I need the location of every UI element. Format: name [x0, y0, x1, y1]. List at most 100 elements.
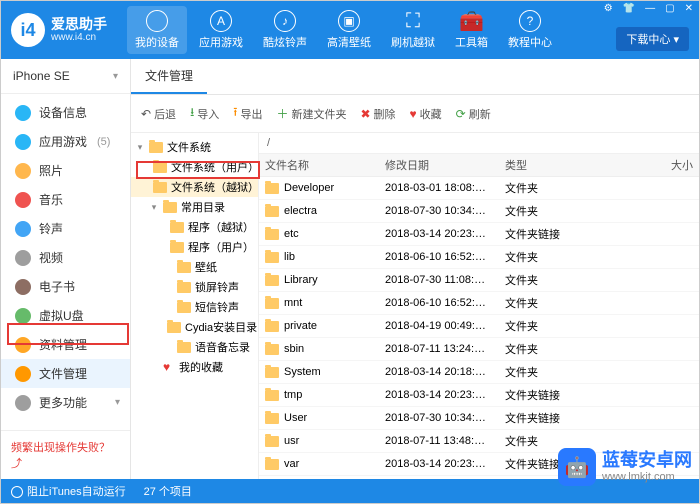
- itunes-toggle[interactable]: 阻止iTunes自动运行: [11, 483, 126, 499]
- sidebar-item-10[interactable]: 更多功能 ▾: [1, 388, 130, 417]
- sidebar-item-0[interactable]: 设备信息: [1, 98, 130, 127]
- sidebar-icon: [15, 395, 31, 411]
- delete-button[interactable]: ✖删除: [360, 106, 395, 122]
- apple-icon: [146, 10, 168, 32]
- file-name: usr: [284, 435, 299, 447]
- nav-my-device[interactable]: 我的设备: [127, 6, 187, 54]
- sidebar-label: 音乐: [39, 191, 63, 208]
- nav-ringtones[interactable]: ♪酷炫铃声: [255, 6, 315, 54]
- col-name[interactable]: 文件名称: [259, 154, 379, 176]
- file-name: tmp: [284, 389, 302, 401]
- file-row[interactable]: private2018-04-19 00:49:…文件夹: [259, 315, 699, 338]
- tree-toggle-icon[interactable]: ▾: [149, 202, 159, 213]
- sidebar-icon: [15, 279, 31, 295]
- skin-icon[interactable]: 👕: [623, 3, 635, 14]
- file-row[interactable]: sbin2018-07-11 13:24:…文件夹: [259, 338, 699, 361]
- file-date: 2018-07-30 10:34:…: [379, 409, 499, 427]
- sidebar-item-6[interactable]: 电子书: [1, 272, 130, 301]
- import-button[interactable]: ⭳导入: [190, 103, 219, 124]
- file-row[interactable]: Developer2018-03-01 18:08:…文件夹: [259, 177, 699, 200]
- file-row[interactable]: usr2018-07-11 13:48:…文件夹: [259, 430, 699, 453]
- tree-node-0[interactable]: 文件系统（用户）: [131, 157, 258, 177]
- device-selector[interactable]: iPhone SE: [1, 59, 130, 94]
- file-row[interactable]: mnt2018-06-10 16:52:…文件夹: [259, 292, 699, 315]
- tab-file-management[interactable]: 文件管理: [131, 59, 207, 94]
- tree-node-3[interactable]: 程序（越狱）: [131, 217, 258, 237]
- file-row[interactable]: etc2018-03-14 20:23:…文件夹链接: [259, 223, 699, 246]
- brand-logo: i4 爱思助手 www.i4.cn: [11, 13, 107, 47]
- back-button[interactable]: ↶后退: [141, 106, 176, 122]
- export-button[interactable]: ⭱导出: [233, 103, 262, 124]
- tree-node-4[interactable]: 程序（用户）: [131, 237, 258, 257]
- tree-node-6[interactable]: 锁屏铃声: [131, 277, 258, 297]
- tree-node-7[interactable]: 短信铃声: [131, 297, 258, 317]
- close-button[interactable]: ✕: [685, 3, 693, 14]
- tree-label: 程序（越狱）: [188, 219, 254, 235]
- file-pane: / 文件名称 修改日期 类型 大小 Developer2018-03-01 18…: [259, 133, 699, 479]
- sidebar-item-2[interactable]: 照片: [1, 156, 130, 185]
- collapse-icon[interactable]: ▾: [135, 142, 145, 153]
- file-size: [649, 346, 699, 352]
- nav-tutorials[interactable]: ?教程中心: [500, 6, 560, 54]
- file-type: 文件夹: [499, 269, 649, 291]
- file-list-header: 文件名称 修改日期 类型 大小: [259, 154, 699, 177]
- file-row[interactable]: System2018-03-14 20:18:…文件夹: [259, 361, 699, 384]
- col-date[interactable]: 修改日期: [379, 154, 499, 176]
- file-date: 2018-07-30 11:08:…: [379, 271, 499, 289]
- nav-apps[interactable]: A应用游戏: [191, 6, 251, 54]
- statusbar: 阻止iTunes自动运行 27 个项目: [1, 479, 699, 503]
- file-row[interactable]: tmp2018-03-14 20:23:…文件夹链接: [259, 384, 699, 407]
- tree-node-9[interactable]: 语音备忘录: [131, 337, 258, 357]
- file-name: Developer: [284, 182, 334, 194]
- folder-icon: [163, 202, 177, 213]
- refresh-button[interactable]: ⟳刷新: [456, 106, 491, 122]
- file-date: 2018-03-14 20:23:…: [379, 386, 499, 404]
- tree-node-5[interactable]: 壁纸: [131, 257, 258, 277]
- path-bar[interactable]: /: [259, 133, 699, 154]
- file-row[interactable]: Library2018-07-30 11:08:…文件夹: [259, 269, 699, 292]
- sidebar-label: 铃声: [39, 220, 63, 237]
- folder-icon: [177, 302, 191, 313]
- favorite-button[interactable]: ♥收藏: [410, 106, 442, 122]
- sidebar-item-4[interactable]: 铃声: [1, 214, 130, 243]
- maximize-button[interactable]: ▢: [665, 3, 674, 14]
- nav-toolbox[interactable]: 🧰工具箱: [447, 6, 496, 54]
- tree-node-1[interactable]: 文件系统（越狱）: [131, 177, 258, 197]
- file-row[interactable]: var2018-03-14 20:23:…文件夹链接: [259, 453, 699, 476]
- sidebar-item-3[interactable]: 音乐: [1, 185, 130, 214]
- nav-jailbreak[interactable]: ⛶刷机越狱: [383, 6, 443, 54]
- file-row[interactable]: User2018-07-30 10:34:…文件夹链接: [259, 407, 699, 430]
- file-row[interactable]: lib2018-06-10 16:52:…文件夹: [259, 246, 699, 269]
- sidebar-item-8[interactable]: 资料管理: [1, 330, 130, 359]
- tree-node-8[interactable]: Cydia安装目录: [131, 317, 258, 337]
- col-type[interactable]: 类型: [499, 154, 649, 176]
- file-size: [649, 415, 699, 421]
- file-name: System: [284, 366, 321, 378]
- col-size[interactable]: 大小: [649, 154, 699, 176]
- sidebar-item-1[interactable]: 应用游戏(5): [1, 127, 130, 156]
- file-row[interactable]: electra2018-07-30 10:34:…文件夹: [259, 200, 699, 223]
- settings-icon[interactable]: ⚙: [604, 3, 613, 14]
- download-center-button[interactable]: 下载中心 ▾: [616, 27, 689, 51]
- tree-root[interactable]: ▾ 文件系统: [131, 137, 258, 157]
- help-link[interactable]: 频繁出现操作失败？ ⤴: [1, 430, 130, 479]
- toolbar: ↶后退 ⭳导入 ⭱导出 ＋新建文件夹 ✖删除 ♥收藏 ⟳刷新: [131, 95, 699, 133]
- tree-node-10[interactable]: ♥我的收藏: [131, 357, 258, 377]
- file-date: 2018-07-30 10:34:…: [379, 202, 499, 220]
- delete-icon: ✖: [360, 107, 370, 121]
- sidebar-item-7[interactable]: 虚拟U盘: [1, 301, 130, 330]
- file-size: [649, 254, 699, 260]
- file-list[interactable]: Developer2018-03-01 18:08:…文件夹electra201…: [259, 177, 699, 479]
- tree-node-2[interactable]: ▾常用目录: [131, 197, 258, 217]
- window-controls: ⚙ 👕 — ▢ ✕: [604, 3, 693, 14]
- image-icon: ▣: [338, 10, 360, 32]
- folder-icon: [265, 252, 279, 263]
- folder-icon: [265, 390, 279, 401]
- minimize-button[interactable]: —: [645, 3, 655, 14]
- sidebar-label: 电子书: [39, 278, 75, 295]
- sidebar-item-5[interactable]: 视频: [1, 243, 130, 272]
- file-size: [649, 461, 699, 467]
- sidebar-item-9[interactable]: 文件管理: [1, 359, 130, 388]
- new-folder-button[interactable]: ＋新建文件夹: [276, 105, 346, 122]
- nav-wallpapers[interactable]: ▣高清壁纸: [319, 6, 379, 54]
